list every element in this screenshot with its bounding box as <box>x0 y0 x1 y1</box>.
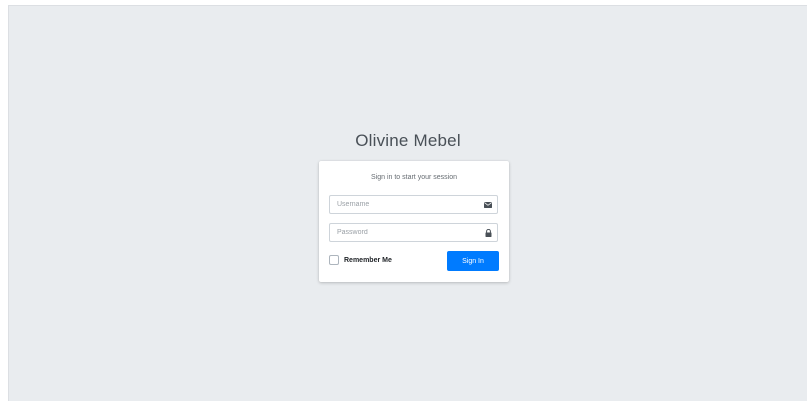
remember-me-control[interactable]: Remember Me <box>329 255 392 265</box>
app-logo-text[interactable]: Olivine Mebel <box>9 131 807 151</box>
remember-me-label[interactable]: Remember Me <box>344 257 392 264</box>
remember-me-checkbox[interactable] <box>329 255 339 265</box>
username-input-group <box>329 195 498 214</box>
login-page: Olivine Mebel Sign in to start your sess… <box>8 5 807 401</box>
sign-in-button[interactable]: Sign In <box>447 251 499 271</box>
username-input[interactable] <box>330 196 479 213</box>
password-input-group <box>329 223 498 242</box>
lock-icon <box>479 224 497 241</box>
login-box-message: Sign in to start your session <box>371 174 457 181</box>
envelope-icon <box>479 196 497 213</box>
password-input[interactable] <box>330 224 479 241</box>
login-card: Sign in to start your session Remembe <box>319 161 509 282</box>
